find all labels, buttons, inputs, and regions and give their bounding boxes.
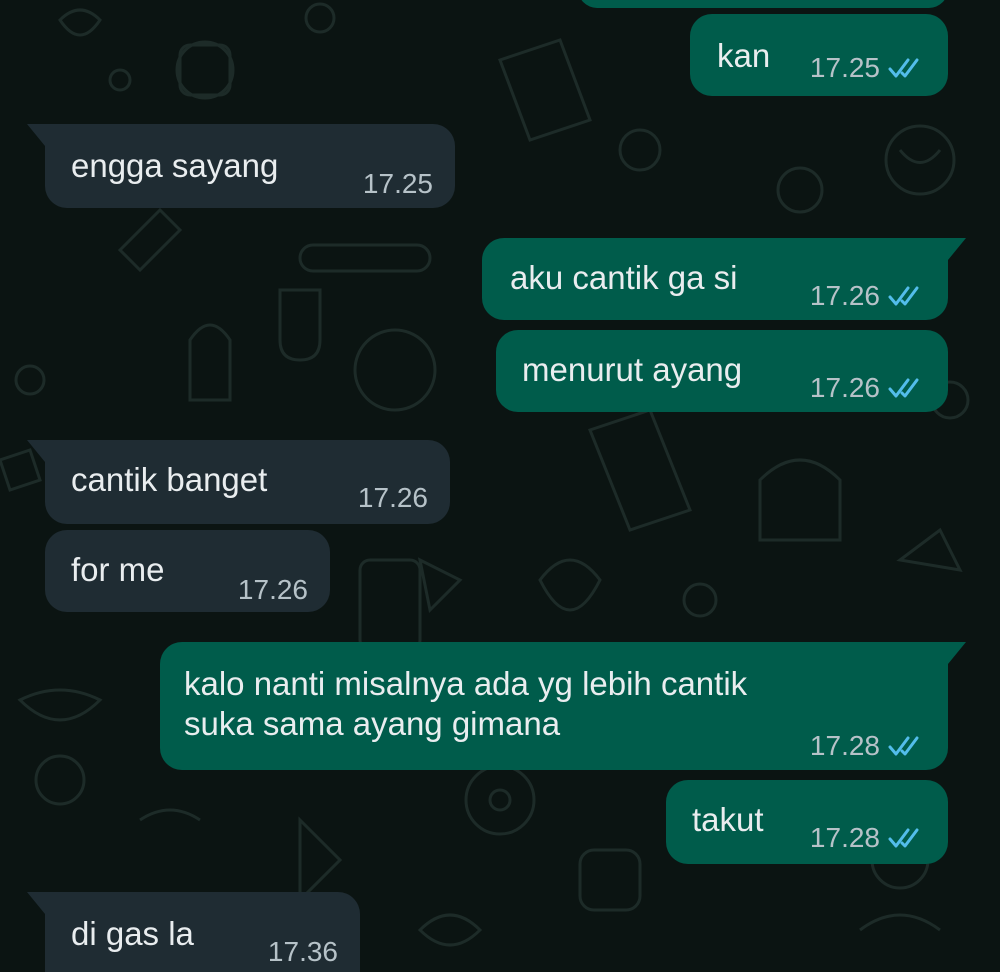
message-timestamp: 17.25 — [809, 52, 880, 83]
message-timestamp: 17.25 — [362, 168, 433, 199]
read-double-tick-icon — [888, 286, 919, 306]
chat-message-list: kan 17.25 engga sayang 17.25 aku cantik … — [0, 0, 1000, 972]
message-bubble-incoming[interactable]: di gas la 17.36 — [27, 892, 360, 972]
message-text: kalo nanti misalnya ada yg lebih cantik … — [184, 665, 748, 742]
message-bubble-incoming[interactable]: engga sayang 17.25 — [27, 124, 455, 208]
message-text: takut — [692, 801, 764, 838]
message-bubble-outgoing[interactable]: menurut ayang 17.26 — [496, 330, 948, 412]
message-bubble-outgoing[interactable]: aku cantik ga si 17.26 — [482, 238, 966, 320]
message-timestamp: 17.26 — [809, 372, 880, 403]
message-text: cantik banget — [71, 461, 268, 498]
message-bubble-incoming[interactable]: for me 17.26 — [45, 530, 330, 612]
message-timestamp: 17.28 — [809, 730, 880, 761]
message-bubble-outgoing[interactable]: kalo nanti misalnya ada yg lebih cantik … — [160, 642, 966, 770]
message-bubble-outgoing[interactable]: kan 17.25 — [690, 14, 948, 96]
read-double-tick-icon — [888, 828, 919, 848]
message-text: kan — [717, 37, 771, 74]
read-double-tick-icon — [888, 58, 919, 78]
message-text: for me — [71, 551, 165, 588]
message-timestamp: 17.28 — [809, 822, 880, 853]
message-text: aku cantik ga si — [510, 259, 738, 296]
message-timestamp: 17.26 — [237, 574, 308, 605]
message-text: menurut ayang — [522, 351, 743, 388]
message-bubble-incoming[interactable]: cantik banget 17.26 — [27, 440, 450, 524]
message-bubble-outgoing[interactable]: takut 17.28 — [666, 780, 948, 864]
message-text: di gas la — [71, 915, 194, 952]
cut-off-outgoing-bubble — [578, 0, 948, 8]
read-double-tick-icon — [888, 378, 919, 398]
read-double-tick-icon — [888, 736, 919, 756]
message-text: engga sayang — [71, 147, 279, 184]
message-timestamp: 17.26 — [809, 280, 880, 311]
message-timestamp: 17.26 — [357, 482, 428, 513]
message-timestamp: 17.36 — [267, 936, 338, 967]
